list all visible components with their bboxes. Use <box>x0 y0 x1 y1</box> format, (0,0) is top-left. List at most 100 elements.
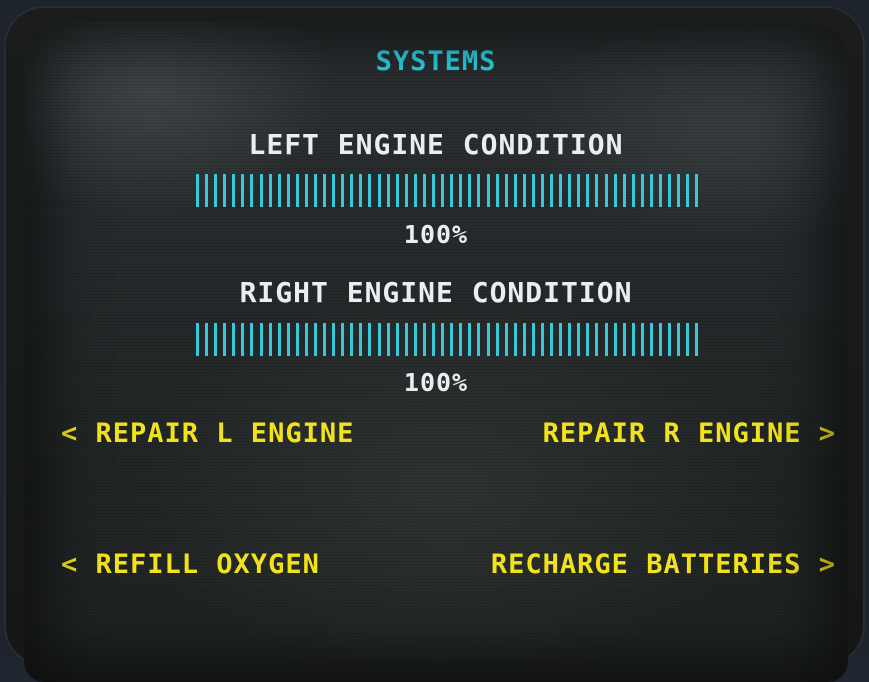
condition-bar-segment <box>413 323 417 356</box>
right-engine-condition-bar <box>196 323 699 356</box>
condition-bar-segment <box>649 323 653 356</box>
condition-bar-segment <box>359 323 363 356</box>
condition-bar-segment <box>522 323 526 356</box>
condition-bar-segment <box>196 323 199 356</box>
condition-bar-segment <box>286 174 290 207</box>
repair-left-engine-button[interactable]: < REPAIR L ENGINE <box>61 418 354 449</box>
condition-bar-segment <box>350 323 354 356</box>
condition-bar-segment <box>577 174 581 207</box>
condition-bar-segment <box>677 174 681 207</box>
condition-bar-segment <box>613 323 617 356</box>
condition-bar-segment <box>223 174 227 207</box>
condition-bar-segment <box>531 323 535 356</box>
condition-bar-segment <box>232 174 236 207</box>
condition-bar-segment <box>531 174 535 207</box>
condition-bar-segment <box>513 174 517 207</box>
condition-bar-segment <box>677 323 681 356</box>
condition-bar-segment <box>613 174 617 207</box>
condition-bar-segment <box>259 323 263 356</box>
condition-bar-segment <box>205 174 209 207</box>
condition-bar-segment <box>268 174 272 207</box>
recharge-batteries-button[interactable]: RECHARGE BATTERIES > <box>491 549 836 580</box>
condition-bar-segment <box>386 174 390 207</box>
condition-bar-segment <box>631 323 635 356</box>
condition-bar-segment <box>640 323 644 356</box>
condition-bar-segment <box>250 174 254 207</box>
condition-bar-segment <box>486 323 490 356</box>
condition-bar-segment <box>395 323 399 356</box>
condition-bar-segment <box>568 174 572 207</box>
condition-bar-segment <box>341 174 345 207</box>
right-engine-label: RIGHT ENGINE CONDITION <box>239 276 633 309</box>
condition-bar-segment <box>214 323 218 356</box>
condition-bar-segment <box>540 323 544 356</box>
condition-bar-segment <box>504 323 508 356</box>
condition-bar-segment <box>695 323 699 356</box>
condition-bar-segment <box>622 323 626 356</box>
condition-bar-segment <box>658 323 662 356</box>
condition-bar-segment <box>468 323 472 356</box>
condition-bar-segment <box>622 174 626 207</box>
condition-bar-segment <box>241 174 245 207</box>
condition-bar-segment <box>368 323 372 356</box>
condition-bar-segment <box>586 323 590 356</box>
condition-bar-segment <box>495 174 499 207</box>
condition-bar-segment <box>350 174 354 207</box>
condition-bar-segment <box>295 174 299 207</box>
condition-bar-segment <box>259 174 263 207</box>
condition-bar-segment <box>404 174 408 207</box>
condition-bar-segment <box>386 323 390 356</box>
condition-bar-segment <box>550 174 554 207</box>
condition-bar-segment <box>640 174 644 207</box>
condition-bar-segment <box>577 323 581 356</box>
condition-bar-segment <box>404 323 408 356</box>
condition-bar-segment <box>459 323 463 356</box>
condition-bar-segment <box>468 174 472 207</box>
condition-bar-segment <box>295 323 299 356</box>
condition-bar-segment <box>486 174 490 207</box>
condition-bar-segment <box>559 174 563 207</box>
condition-bar-segment <box>268 323 272 356</box>
condition-bar-segment <box>450 174 454 207</box>
condition-bar-segment <box>232 323 236 356</box>
left-engine-condition-bar <box>196 174 699 207</box>
condition-bar-segment <box>214 174 218 207</box>
refill-oxygen-button[interactable]: < REFILL OXYGEN <box>61 549 320 580</box>
condition-bar-segment <box>550 323 554 356</box>
condition-bar-segment <box>314 323 318 356</box>
condition-bar-segment <box>205 323 209 356</box>
condition-bar-segment <box>395 174 399 207</box>
condition-bar-segment <box>196 174 199 207</box>
condition-bar-segment <box>359 174 363 207</box>
condition-bar-segment <box>504 174 508 207</box>
condition-bar-segment <box>604 174 608 207</box>
condition-bar-segment <box>368 174 372 207</box>
condition-bar-segment <box>250 323 254 356</box>
condition-bar-segment <box>241 323 245 356</box>
condition-bar-segment <box>540 174 544 207</box>
condition-bar-segment <box>658 174 662 207</box>
condition-bar-segment <box>286 323 290 356</box>
condition-bar-segment <box>477 323 481 356</box>
repair-right-engine-button[interactable]: REPAIR R ENGINE > <box>543 418 836 449</box>
condition-bar-segment <box>450 323 454 356</box>
condition-bar-segment <box>441 174 445 207</box>
condition-bar-segment <box>568 323 572 356</box>
condition-bar-segment <box>332 174 336 207</box>
screen-title: SYSTEMS <box>375 46 497 77</box>
condition-bar-segment <box>323 174 327 207</box>
condition-bar-segment <box>432 174 436 207</box>
condition-bar-segment <box>422 323 426 356</box>
condition-bar-segment <box>422 174 426 207</box>
condition-bar-segment <box>332 323 336 356</box>
condition-bar-segment <box>522 174 526 207</box>
condition-bar-segment <box>695 174 699 207</box>
condition-bar-segment <box>341 323 345 356</box>
condition-bar-segment <box>686 323 690 356</box>
condition-bar-segment <box>586 174 590 207</box>
condition-bar-segment <box>604 323 608 356</box>
left-engine-label: LEFT ENGINE CONDITION <box>248 128 624 161</box>
condition-bar-segment <box>495 323 499 356</box>
condition-bar-segment <box>459 174 463 207</box>
condition-bar-segment <box>314 174 318 207</box>
